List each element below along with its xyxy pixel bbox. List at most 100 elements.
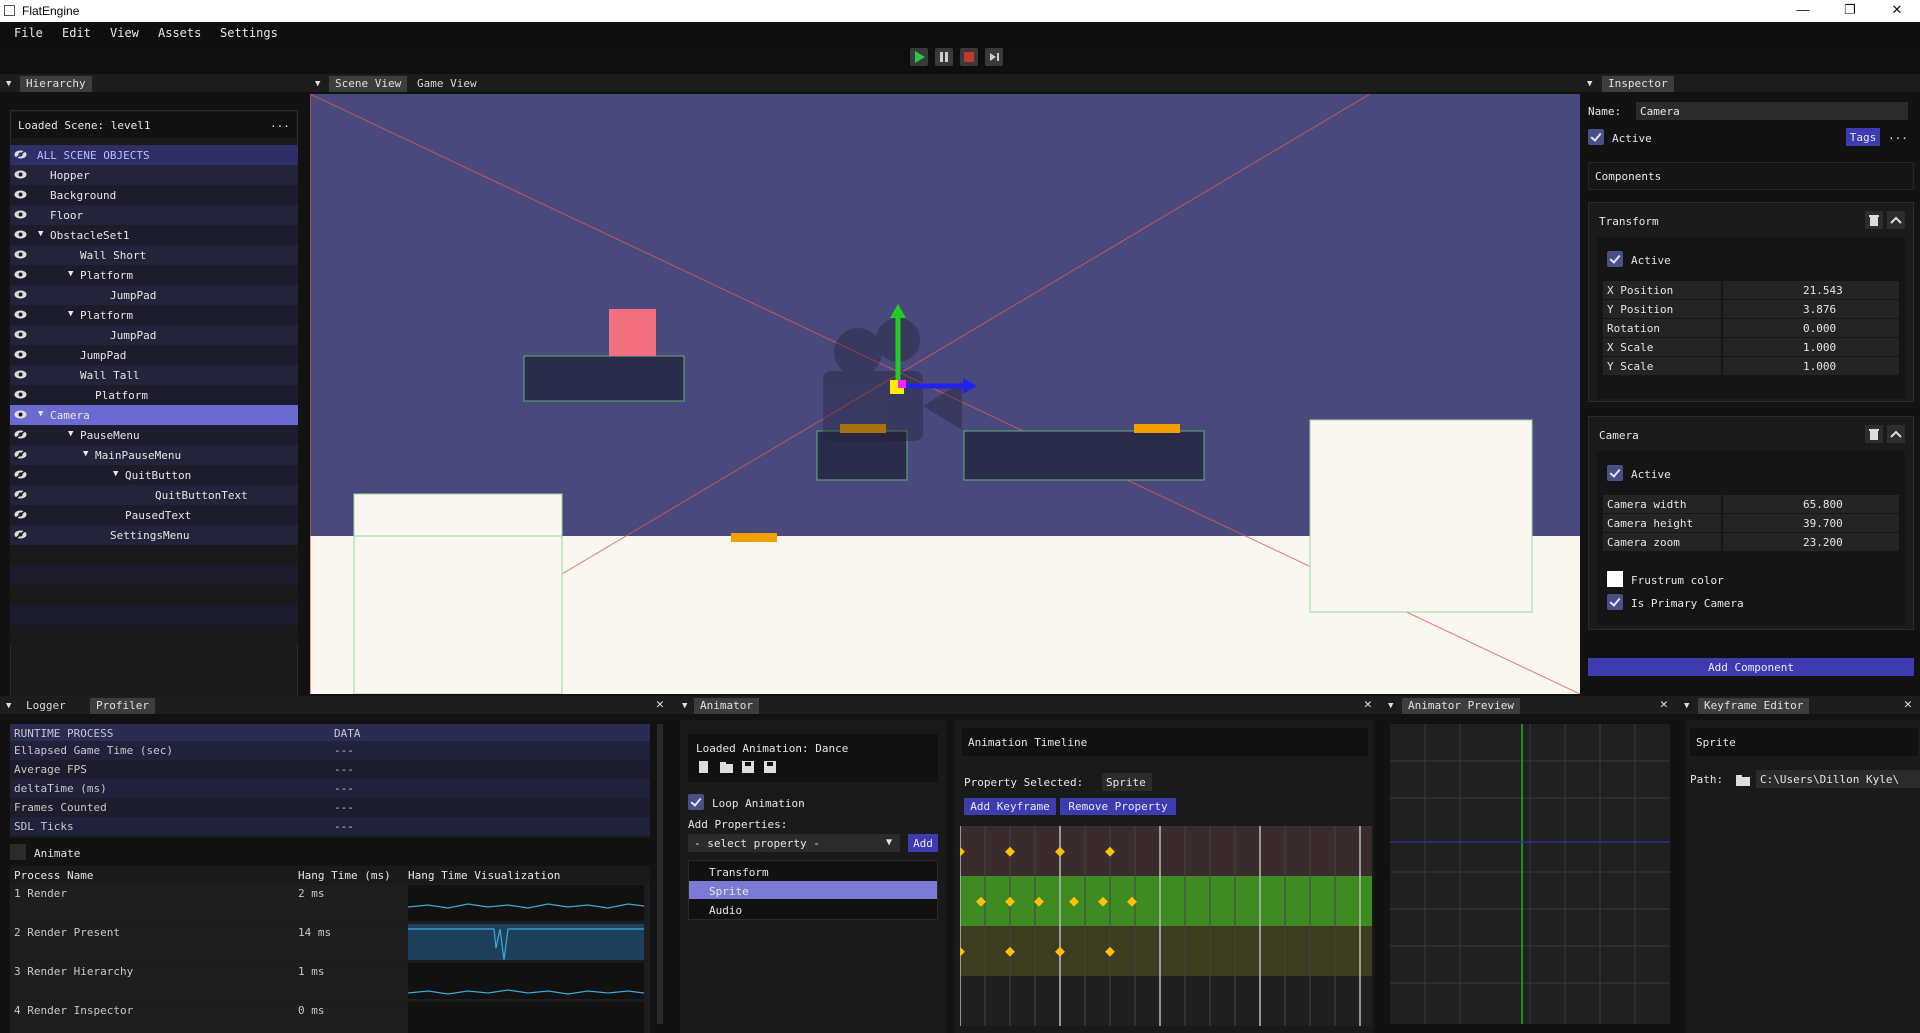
eye-icon[interactable] [14,189,27,200]
name-input[interactable]: Camera [1636,102,1908,120]
trash-icon[interactable] [1865,211,1883,229]
tags-button[interactable]: Tags [1846,128,1880,146]
tab-animator-preview[interactable]: Animator Preview [1402,698,1520,714]
menu-assets[interactable]: Assets [158,26,201,40]
close-panel-button[interactable]: ✕ [1660,697,1668,712]
path-input[interactable]: C:\Users\Dillon Kyle\ [1756,770,1920,788]
close-panel-button[interactable]: ✕ [1904,697,1912,712]
panel-menu-icon[interactable]: ▼ [1684,701,1689,711]
eye-slash-icon[interactable] [14,529,27,540]
play-button[interactable] [910,48,928,66]
eye-slash-icon[interactable] [14,429,27,440]
frustrum-color-swatch[interactable] [1607,571,1623,587]
property-value-input[interactable]: 1.000 [1723,338,1899,357]
property-value-input[interactable]: 3.876 [1723,300,1899,319]
property-value-input[interactable]: 39.700 [1723,514,1899,533]
panel-menu-icon[interactable]: ▼ [6,79,11,89]
expand-arrow-icon[interactable]: ▼ [113,469,118,479]
close-window-button[interactable]: ✕ [1882,2,1912,18]
collapse-icon[interactable] [1887,425,1905,443]
menu-view[interactable]: View [110,26,139,40]
property-value-input[interactable]: 1.000 [1723,357,1899,376]
hierarchy-item[interactable]: Floor [10,205,298,225]
hierarchy-item[interactable]: ▼ Camera [10,405,298,425]
eye-slash-icon[interactable] [14,489,27,500]
close-panel-button[interactable]: ✕ [1364,697,1372,712]
hierarchy-item[interactable]: ▼ Platform [10,305,298,325]
pause-button[interactable] [935,48,953,66]
hierarchy-item[interactable]: SettingsMenu [10,525,298,545]
eye-slash-icon[interactable] [14,149,27,160]
minimize-button[interactable]: — [1788,2,1818,17]
add-keyframe-button[interactable]: Add Keyframe [964,798,1056,815]
eye-slash-icon[interactable] [14,509,27,520]
eye-icon[interactable] [14,269,27,280]
hierarchy-item[interactable]: ▼ QuitButton [10,465,298,485]
property-item-sprite[interactable]: Sprite [709,885,749,898]
tab-inspector[interactable]: Inspector [1602,76,1674,92]
hierarchy-item[interactable]: Platform [10,385,298,405]
scrollbar[interactable] [657,724,663,1024]
camera-active-checkbox[interactable] [1607,465,1623,481]
hierarchy-item[interactable]: PausedText [10,505,298,525]
eye-icon[interactable] [14,289,27,300]
property-item-audio[interactable]: Audio [709,904,742,917]
tab-profiler[interactable]: Profiler [90,698,155,714]
menu-settings[interactable]: Settings [220,26,278,40]
tab-scene-view[interactable]: Scene View [329,76,408,92]
eye-icon[interactable] [14,309,27,320]
eye-icon[interactable] [14,409,27,420]
add-component-button[interactable]: Add Component [1588,658,1914,676]
hierarchy-item[interactable]: Wall Tall [10,365,298,385]
scene-canvas[interactable] [310,94,1580,694]
panel-menu-icon[interactable]: ▼ [682,701,687,711]
folder-icon[interactable] [1736,774,1750,786]
eye-icon[interactable] [14,349,27,360]
active-checkbox[interactable] [1588,129,1604,145]
hierarchy-item[interactable]: ▼ Platform [10,265,298,285]
hierarchy-item[interactable]: Wall Short [10,245,298,265]
animate-checkbox[interactable] [10,844,26,860]
expand-arrow-icon[interactable]: ▼ [68,269,73,279]
tab-game-view[interactable]: Game View [411,76,483,92]
scene-more-button[interactable]: ... [270,117,290,130]
hierarchy-item[interactable]: ▼ PauseMenu [10,425,298,445]
hierarchy-item[interactable]: QuitButtonText [10,485,298,505]
property-value-input[interactable]: 21.543 [1723,281,1899,300]
eye-icon[interactable] [14,389,27,400]
tab-keyframe-editor[interactable]: Keyframe Editor [1698,698,1810,714]
transform-active-checkbox[interactable] [1607,251,1623,267]
expand-arrow-icon[interactable]: ▼ [68,429,73,439]
timeline-tracks[interactable] [960,826,1372,1026]
panel-menu-icon[interactable]: ▼ [6,701,11,711]
step-button[interactable] [985,48,1003,66]
menu-file[interactable]: File [14,26,43,40]
hierarchy-item[interactable]: Hopper [10,165,298,185]
panel-menu-icon[interactable]: ▼ [1587,79,1592,89]
collapse-icon[interactable] [1887,211,1905,229]
loop-animation-checkbox[interactable] [688,794,704,810]
eye-icon[interactable] [14,249,27,260]
expand-arrow-icon[interactable]: ▼ [83,449,88,459]
hierarchy-item[interactable]: ▼ MainPauseMenu [10,445,298,465]
tab-hierarchy[interactable]: Hierarchy [20,76,92,92]
panel-menu-icon[interactable]: ▼ [315,79,320,89]
eye-slash-icon[interactable] [14,469,27,480]
eye-icon[interactable] [14,369,27,380]
add-property-button[interactable]: Add [908,834,938,852]
tab-logger[interactable]: Logger [20,698,72,714]
property-value-input[interactable]: 65.800 [1723,495,1899,514]
trash-icon[interactable] [1865,425,1883,443]
preview-grid[interactable] [1390,724,1670,1024]
expand-arrow-icon[interactable]: ▼ [68,309,73,319]
restore-button[interactable]: ❐ [1835,2,1865,18]
property-value-input[interactable]: 23.200 [1723,533,1899,552]
tab-animator[interactable]: Animator [694,698,759,714]
eye-icon[interactable] [14,229,27,240]
close-panel-button[interactable]: ✕ [656,697,664,712]
eye-icon[interactable] [14,209,27,220]
expand-arrow-icon[interactable]: ▼ [38,409,43,419]
panel-menu-icon[interactable]: ▼ [1388,701,1393,711]
hierarchy-item[interactable]: ▼ ObstacleSet1 [10,225,298,245]
all-objects-row[interactable]: ALL SCENE OBJECTS [10,145,298,165]
